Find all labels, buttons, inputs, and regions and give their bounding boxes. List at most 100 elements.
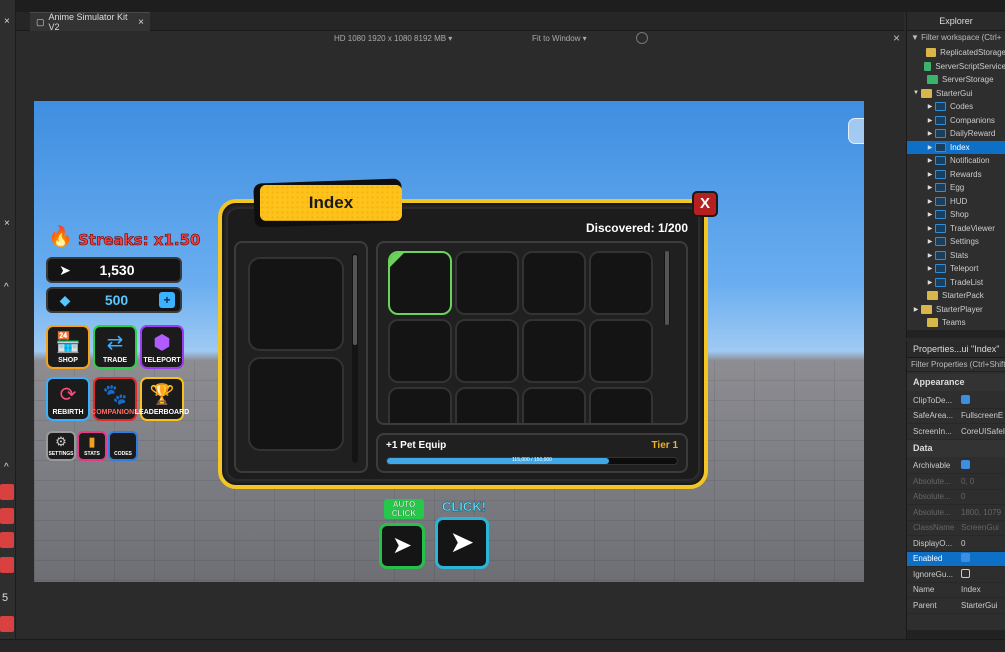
list-item[interactable] bbox=[248, 357, 344, 451]
property-row[interactable]: Parent StarterGui bbox=[907, 598, 1005, 614]
expand-arrow-icon[interactable]: ▶ bbox=[925, 171, 935, 178]
grid-cell[interactable] bbox=[388, 319, 452, 383]
grid-cell[interactable] bbox=[522, 387, 586, 423]
checkbox[interactable] bbox=[961, 553, 970, 563]
property-row[interactable]: ClipToDe... bbox=[907, 393, 1005, 409]
tree-item-teams[interactable]: Teams bbox=[907, 316, 1005, 330]
tree-item-egg[interactable]: ▶ Egg bbox=[907, 181, 1005, 195]
tree-item-shop[interactable]: ▶ Shop bbox=[907, 208, 1005, 222]
scrollbar-thumb[interactable] bbox=[665, 251, 669, 325]
expand-arrow-icon[interactable]: ▶ bbox=[925, 265, 935, 272]
game-viewport[interactable]: 🔥 Streaks: x1.50 ➤ 1,530 ◆ 500 + 🏪 SHOP … bbox=[34, 101, 864, 582]
property-section-data[interactable]: Data bbox=[907, 439, 1005, 457]
roblox-menu-button[interactable] bbox=[848, 118, 864, 144]
auto-click-button[interactable]: ➤ bbox=[379, 523, 425, 569]
grid-cell[interactable] bbox=[589, 319, 653, 383]
tree-item-dailyreward[interactable]: ▶ DailyReward bbox=[907, 127, 1005, 141]
tree-item-starterpack[interactable]: StarterPack bbox=[907, 289, 1005, 303]
codes-button[interactable]: CODES bbox=[108, 431, 138, 461]
property-value[interactable]: 1800, 1079 bbox=[961, 508, 1005, 517]
tree-item-serverstorage[interactable]: ServerStorage bbox=[907, 73, 1005, 87]
properties-filter-input[interactable]: Filter Properties (Ctrl+Shift bbox=[907, 358, 1005, 372]
close-icon[interactable]: × bbox=[4, 16, 10, 27]
chevron-up-icon[interactable]: ^ bbox=[4, 282, 9, 293]
shop-button[interactable]: 🏪 SHOP bbox=[46, 325, 90, 369]
stats-button[interactable]: ▮ STATS bbox=[77, 431, 107, 461]
property-value[interactable]: Index bbox=[961, 585, 1005, 594]
close-icon[interactable]: × bbox=[893, 31, 900, 45]
add-gems-button[interactable]: + bbox=[159, 292, 175, 308]
grid-cell[interactable] bbox=[455, 319, 519, 383]
scrollbar[interactable] bbox=[352, 253, 358, 463]
tab-anime-simulator[interactable]: ▢ Anime Simulator Kit V2 × bbox=[30, 12, 150, 32]
property-row[interactable]: Absolute... 0, 0 bbox=[907, 474, 1005, 490]
red-button[interactable] bbox=[0, 557, 14, 573]
property-value[interactable]: 0 bbox=[961, 539, 1005, 548]
expand-arrow-icon[interactable]: ▶ bbox=[925, 157, 935, 164]
expand-arrow-icon[interactable]: ▶ bbox=[911, 306, 921, 313]
tree-item-serverscriptservice[interactable]: ServerScriptService bbox=[907, 60, 1005, 74]
expand-arrow-icon[interactable]: ▶ bbox=[925, 238, 935, 245]
explorer-filter-input[interactable]: ▼ Filter workspace (Ctrl+ bbox=[907, 31, 1005, 45]
tree-item-index[interactable]: ▶ Index bbox=[907, 140, 1005, 154]
tree-item-replicatedstorage[interactable]: ReplicatedStorage bbox=[907, 46, 1005, 60]
red-button[interactable] bbox=[0, 484, 14, 500]
expand-arrow-icon[interactable]: ▶ bbox=[925, 225, 935, 232]
grid-cell[interactable] bbox=[589, 387, 653, 423]
close-icon[interactable]: × bbox=[4, 218, 10, 229]
tree-item-tradelist[interactable]: ▶ TradeList bbox=[907, 276, 1005, 290]
expand-arrow-icon[interactable]: ▶ bbox=[925, 184, 935, 191]
red-button[interactable] bbox=[0, 616, 14, 632]
filter-icon[interactable]: ▼ bbox=[911, 33, 919, 42]
teleport-button[interactable]: ⬢ TELEPORT bbox=[140, 325, 184, 369]
property-row[interactable]: Absolute... 0 bbox=[907, 490, 1005, 505]
scrollbar[interactable] bbox=[664, 251, 670, 325]
tree-item-settings[interactable]: ▶ Settings bbox=[907, 235, 1005, 249]
property-value[interactable]: ScreenGui bbox=[961, 523, 1005, 532]
tree-item-tradeviewer[interactable]: ▶ TradeViewer bbox=[907, 222, 1005, 236]
property-row[interactable]: ScreenIn... CoreUISafeI bbox=[907, 424, 1005, 440]
grid-cell[interactable] bbox=[388, 251, 452, 315]
fit-select[interactable]: Fit to Window ▾ bbox=[532, 34, 587, 43]
tree-item-startergui[interactable]: ▼ StarterGui bbox=[907, 87, 1005, 101]
expand-arrow-icon[interactable]: ▶ bbox=[925, 130, 935, 137]
checkbox[interactable] bbox=[961, 394, 970, 404]
expand-arrow-icon[interactable]: ▶ bbox=[925, 103, 935, 110]
orientation-icon[interactable] bbox=[636, 32, 648, 44]
property-row[interactable]: DisplayO... 0 bbox=[907, 536, 1005, 552]
property-value[interactable]: StarterGui bbox=[961, 601, 1005, 610]
property-row[interactable]: Archivable bbox=[907, 459, 1005, 474]
property-row[interactable]: ClassName ScreenGui bbox=[907, 521, 1005, 536]
settings-button[interactable]: ⚙ SETTINGS bbox=[46, 431, 76, 461]
red-button[interactable] bbox=[0, 532, 14, 548]
property-value[interactable]: FullscreenE bbox=[961, 411, 1005, 420]
property-row[interactable]: IgnoreGu... bbox=[907, 567, 1005, 583]
red-button[interactable] bbox=[0, 508, 14, 524]
tree-item-starterplayer[interactable]: ▶ StarterPlayer bbox=[907, 303, 1005, 317]
property-value[interactable]: CoreUISafeI bbox=[961, 427, 1005, 436]
list-item[interactable] bbox=[248, 257, 344, 351]
rebirth-button[interactable]: ⟳ REBIRTH bbox=[46, 377, 90, 421]
tree-item-hud[interactable]: ▶ HUD bbox=[907, 195, 1005, 209]
checkbox[interactable] bbox=[961, 568, 970, 578]
grid-cell[interactable] bbox=[522, 251, 586, 315]
property-row[interactable]: SafeArea... FullscreenE bbox=[907, 409, 1005, 424]
property-section-appearance[interactable]: Appearance bbox=[907, 374, 1005, 391]
horizontal-scrollbar[interactable] bbox=[907, 630, 1005, 639]
pet-detail-list[interactable] bbox=[234, 241, 368, 473]
click-button[interactable]: ➤ bbox=[435, 517, 489, 569]
tree-item-stats[interactable]: ▶ Stats bbox=[907, 249, 1005, 263]
property-value[interactable]: 0, 0 bbox=[961, 477, 1005, 486]
pet-index-grid[interactable] bbox=[376, 241, 688, 425]
grid-cell[interactable] bbox=[522, 319, 586, 383]
close-icon[interactable]: × bbox=[138, 17, 144, 28]
tree-item-rewards[interactable]: ▶ Rewards bbox=[907, 168, 1005, 182]
expand-arrow-icon[interactable]: ▶ bbox=[925, 252, 935, 259]
tree-item-companions[interactable]: ▶ Companions bbox=[907, 114, 1005, 128]
property-row[interactable]: Name Index bbox=[907, 583, 1005, 598]
grid-cell[interactable] bbox=[455, 387, 519, 423]
scrollbar-thumb[interactable] bbox=[353, 255, 357, 345]
grid-cell[interactable] bbox=[589, 251, 653, 315]
property-row[interactable]: Enabled bbox=[907, 551, 1005, 567]
grid-cell[interactable] bbox=[455, 251, 519, 315]
